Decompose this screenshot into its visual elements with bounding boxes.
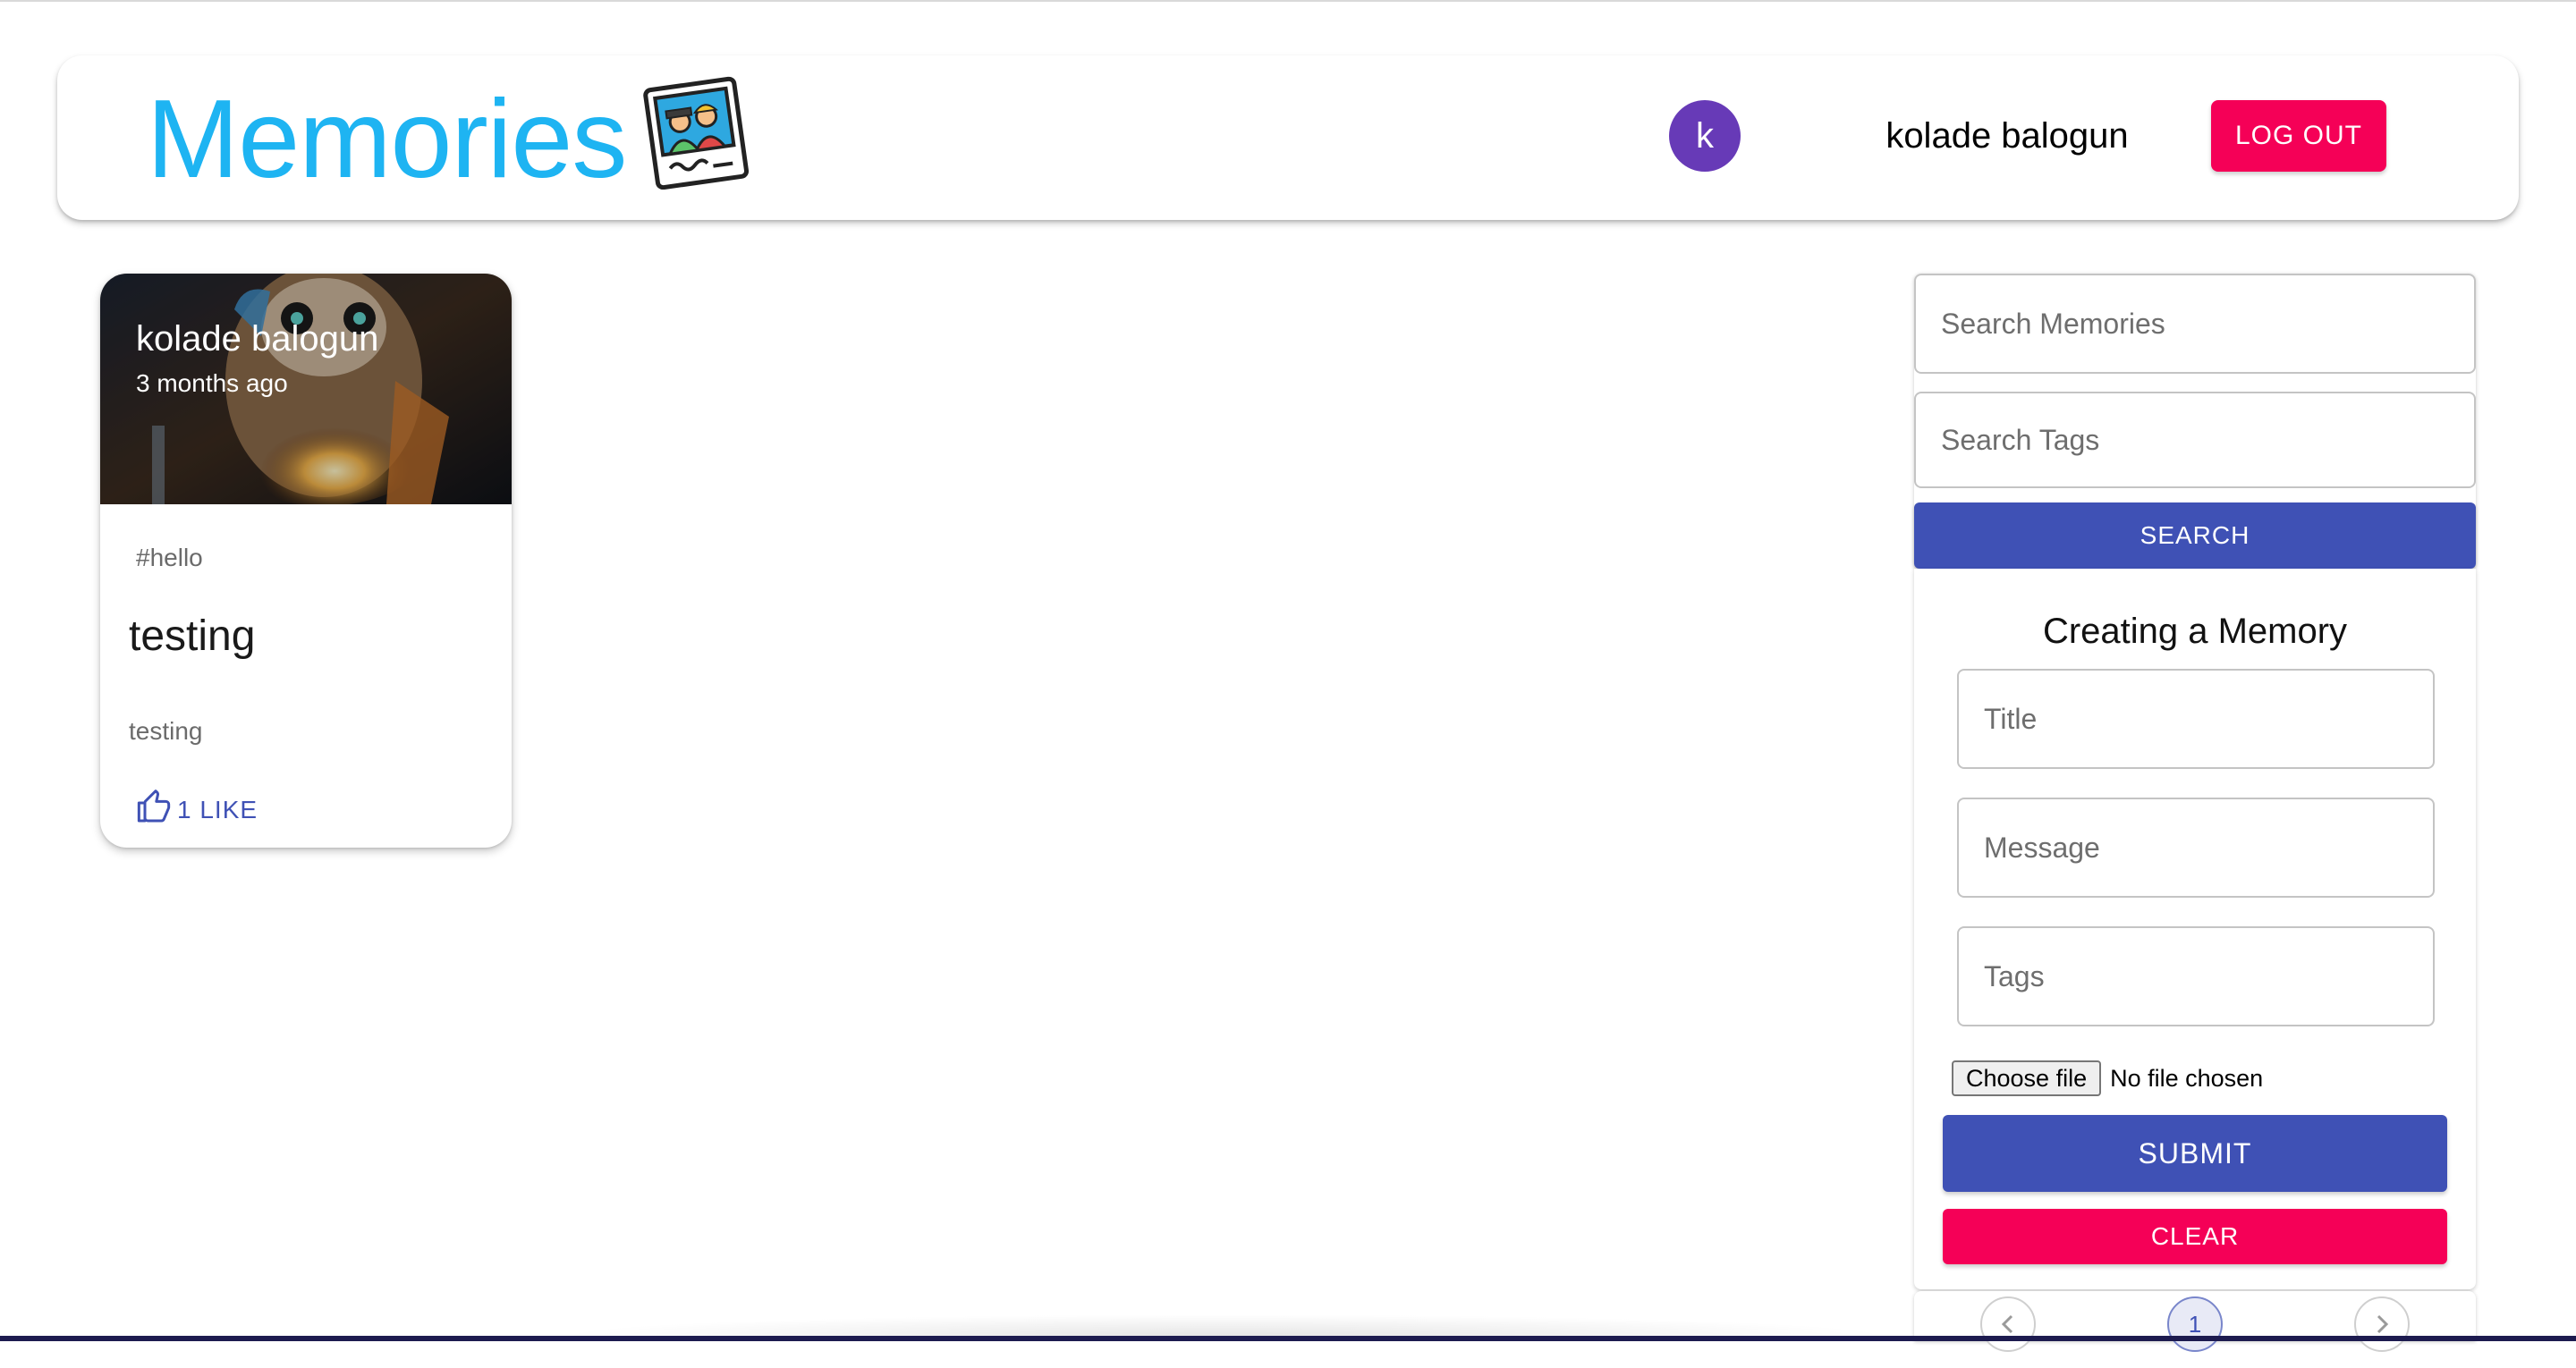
file-status: No file chosen <box>2110 1064 2264 1092</box>
chevron-left-icon <box>2001 1314 2013 1334</box>
user-name: kolade balogun <box>1885 116 2129 156</box>
post-tags: #hello <box>136 544 203 571</box>
chevron-right-icon <box>2377 1314 2389 1334</box>
prev-page-button[interactable] <box>1980 1296 2036 1352</box>
title-placeholder: Title <box>1984 702 2038 735</box>
tags-placeholder: Tags <box>1984 959 2045 992</box>
clear-button[interactable]: CLEAR <box>1943 1209 2447 1264</box>
search-memories-placeholder: Search Memories <box>1941 307 2165 340</box>
message-placeholder: Message <box>1984 831 2100 864</box>
form-heading: Creating a Memory <box>2042 612 2348 651</box>
avatar[interactable]: k <box>1669 100 1741 172</box>
file-input: Choose file No file chosen <box>1952 1059 2263 1098</box>
tags-field[interactable]: Tags <box>1957 926 2435 1026</box>
post-title: testing <box>129 612 256 660</box>
choose-file-button[interactable]: Choose file <box>1952 1060 2102 1096</box>
search-tags-placeholder: Search Tags <box>1941 423 2100 456</box>
window-bottom-edge <box>0 1336 2576 1341</box>
search-button[interactable]: SEARCH <box>1914 502 2476 569</box>
search-tags-input[interactable]: Search Tags <box>1914 392 2476 488</box>
logout-button[interactable]: LOG OUT <box>2211 100 2386 172</box>
pagination: 1 <box>1914 1291 2476 1352</box>
message-field[interactable]: Message <box>1957 798 2435 898</box>
like-count: 1 LIKE <box>177 796 258 823</box>
like-button[interactable]: 1 LIKE <box>136 785 258 835</box>
memory-card[interactable]: kolade balogun 3 months ago #hello testi… <box>100 274 512 848</box>
page-button-current[interactable]: 1 <box>2167 1296 2223 1352</box>
photo-memories-icon <box>639 75 753 190</box>
window-top-border <box>0 0 2576 2</box>
create-memory-form: Creating a Memory Title Message Tags Cho… <box>1914 569 2476 1289</box>
app-bar: Memories k kolade balogun LOG OUT <box>57 55 2519 220</box>
thumb-up-icon <box>136 789 172 832</box>
post-message: testing <box>129 717 203 745</box>
post-time: 3 months ago <box>136 369 288 397</box>
footer-shadow <box>555 1314 1896 1336</box>
submit-button[interactable]: SUBMIT <box>1943 1115 2447 1192</box>
title-field[interactable]: Title <box>1957 669 2435 769</box>
next-page-button[interactable] <box>2354 1296 2410 1352</box>
brand-title[interactable]: Memories <box>147 77 627 202</box>
post-creator: kolade balogun <box>136 319 379 359</box>
search-memories-input[interactable]: Search Memories <box>1914 274 2476 374</box>
